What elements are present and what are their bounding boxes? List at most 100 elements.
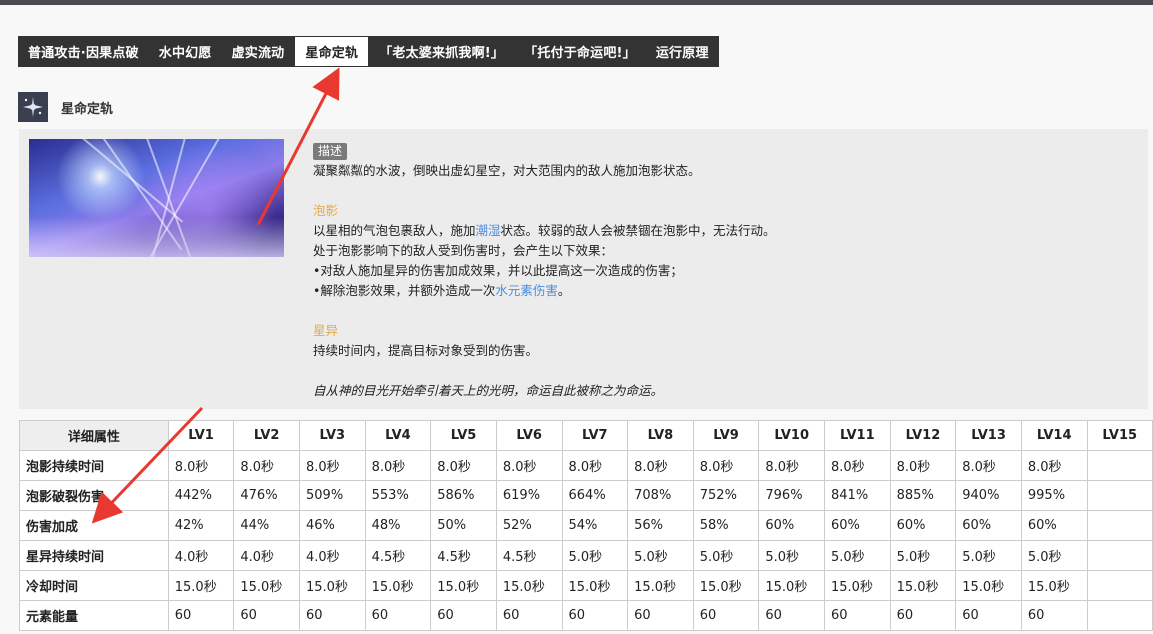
- wet-status-link[interactable]: 潮湿: [476, 223, 501, 238]
- table-cell: 60: [824, 600, 891, 631]
- table-header-level: LV5: [430, 420, 497, 451]
- table-cell: 5.0秒: [627, 540, 694, 571]
- table-header-attribute: 详细属性: [19, 420, 169, 451]
- tab-normal-attack[interactable]: 普通攻击·因果点破: [18, 36, 149, 67]
- table-cell: 8.0秒: [692, 450, 760, 481]
- table-cell: [1086, 570, 1153, 601]
- table-cell: 15.0秒: [430, 570, 497, 601]
- table-cell: [1086, 540, 1153, 571]
- table-header-level: LV2: [233, 420, 300, 451]
- skill-stats-table: 详细属性 LV1 LV2 LV3 LV4 LV5 LV6 LV7 LV8 LV9…: [19, 420, 1153, 631]
- tab-passive-2[interactable]: 「托付于命运吧!」: [514, 36, 646, 67]
- table-header-level: LV6: [495, 420, 563, 451]
- table-cell: 8.0秒: [889, 450, 957, 481]
- table-cell: 841%: [824, 480, 891, 511]
- table-header-level: LV15: [1086, 420, 1153, 451]
- table-header-level: LV8: [627, 420, 694, 451]
- table-cell: 15.0秒: [167, 570, 235, 601]
- bubble-line-3: •对敌人施加星异的伤害加成效果，并以此提高这一次造成的伤害；: [313, 263, 683, 278]
- table-cell: 60%: [955, 510, 1022, 541]
- table-cell: 60%: [758, 510, 825, 541]
- bubble-heading: 泡影: [313, 203, 339, 218]
- table-cell: [1086, 600, 1153, 631]
- table-cell: 42%: [167, 510, 235, 541]
- star-line: 持续时间内，提高目标对象受到的伤害。: [313, 343, 539, 358]
- table-cell: 4.5秒: [495, 540, 563, 571]
- tab-mechanics[interactable]: 运行原理: [646, 36, 719, 67]
- table-cell: 15.0秒: [495, 570, 563, 601]
- table-cell: 796%: [758, 480, 825, 511]
- description-badge: 描述: [313, 143, 348, 160]
- table-row: 冷却时间 15.0秒 15.0秒 15.0秒 15.0秒 15.0秒 15.0秒 15.0秒 1…: [19, 570, 1153, 601]
- table-cell: 60: [364, 600, 432, 631]
- table-header-level: LV9: [692, 420, 760, 451]
- table-cell: 46%: [299, 510, 366, 541]
- hydro-damage-link[interactable]: 水元素伤害: [495, 283, 558, 298]
- skill-description: 描述 凝聚粼粼的水波，倒映出虚幻星空，对大范围内的敌人施加泡影状态。 泡影 以星…: [313, 141, 1133, 401]
- table-cell: 60: [561, 600, 629, 631]
- table-cell: 60: [955, 600, 1022, 631]
- bubble-line-1: 以星相的气泡包裹敌人，施加潮湿状态。较弱的敌人会被禁锢在泡影中，无法行动。: [313, 223, 776, 238]
- table-cell: 60: [430, 600, 497, 631]
- table-header-level: LV14: [1020, 420, 1088, 451]
- row-attribute-name: 星异持续时间: [19, 540, 169, 571]
- table-header-level: LV11: [824, 420, 891, 451]
- table-header-level: LV1: [167, 420, 235, 451]
- table-cell: [1086, 480, 1153, 511]
- table-cell: [1086, 450, 1153, 481]
- table-cell: 940%: [955, 480, 1022, 511]
- table-cell: 8.0秒: [167, 450, 235, 481]
- table-cell: 5.0秒: [824, 540, 891, 571]
- table-header-level: LV12: [889, 420, 957, 451]
- table-cell: 60: [495, 600, 563, 631]
- bubble-line-2: 处于泡影影响下的敌人受到伤害时，会产生以下效果：: [313, 243, 614, 258]
- flavor-quote: 自从神的目光开始牵引着天上的光明，命运自此被称之为命运。: [313, 383, 664, 398]
- tab-passive-1[interactable]: 「老太婆来抓我啊!」: [369, 36, 514, 67]
- row-attribute-name: 泡影持续时间: [19, 450, 169, 481]
- table-cell: 60: [299, 600, 366, 631]
- row-attribute-name: 冷却时间: [19, 570, 169, 601]
- table-cell: 8.0秒: [955, 450, 1022, 481]
- table-cell: [1086, 510, 1153, 541]
- table-cell: 15.0秒: [824, 570, 891, 601]
- table-cell: 442%: [167, 480, 235, 511]
- table-cell: 60: [758, 600, 825, 631]
- skill-panel: 描述 凝聚粼粼的水波，倒映出虚幻星空，对大范围内的敌人施加泡影状态。 泡影 以星…: [19, 129, 1148, 409]
- tab-water-illusion[interactable]: 水中幻愿: [149, 36, 222, 67]
- table-cell: 4.5秒: [364, 540, 432, 571]
- table-cell: 8.0秒: [824, 450, 891, 481]
- table-cell: 8.0秒: [364, 450, 432, 481]
- table-header-level: LV3: [299, 420, 366, 451]
- table-cell: 586%: [430, 480, 497, 511]
- table-cell: 4.0秒: [299, 540, 366, 571]
- table-cell: 60: [627, 600, 694, 631]
- table-cell: 15.0秒: [692, 570, 760, 601]
- table-cell: 4.0秒: [167, 540, 235, 571]
- table-cell: 60%: [1020, 510, 1088, 541]
- skill-icon: [18, 92, 48, 122]
- tab-flow[interactable]: 虚实流动: [222, 36, 295, 67]
- table-cell: 60: [233, 600, 300, 631]
- table-row: 星异持续时间 4.0秒 4.0秒 4.0秒 4.5秒 4.5秒 4.5秒 5.0秒 5.0秒 5.…: [19, 540, 1153, 571]
- table-cell: 752%: [692, 480, 760, 511]
- table-cell: 5.0秒: [889, 540, 957, 571]
- table-cell: 664%: [561, 480, 629, 511]
- table-cell: 619%: [495, 480, 563, 511]
- table-cell: 15.0秒: [364, 570, 432, 601]
- table-header-level: LV7: [561, 420, 629, 451]
- table-cell: 8.0秒: [1020, 450, 1088, 481]
- table-cell: 4.5秒: [430, 540, 497, 571]
- row-attribute-name: 泡影破裂伤害: [19, 480, 169, 511]
- table-cell: 15.0秒: [233, 570, 300, 601]
- table-cell: 15.0秒: [955, 570, 1022, 601]
- table-cell: 5.0秒: [692, 540, 760, 571]
- table-cell: 60%: [824, 510, 891, 541]
- table-cell: 15.0秒: [561, 570, 629, 601]
- table-cell: 15.0秒: [627, 570, 694, 601]
- table-row: 泡影持续时间 8.0秒 8.0秒 8.0秒 8.0秒 8.0秒 8.0秒 8.0秒 8.0秒 8.…: [19, 450, 1153, 481]
- table-cell: 60: [889, 600, 957, 631]
- table-cell: 58%: [692, 510, 760, 541]
- table-cell: 56%: [627, 510, 694, 541]
- tab-star-fate[interactable]: 星命定轨: [294, 36, 370, 67]
- table-cell: 15.0秒: [889, 570, 957, 601]
